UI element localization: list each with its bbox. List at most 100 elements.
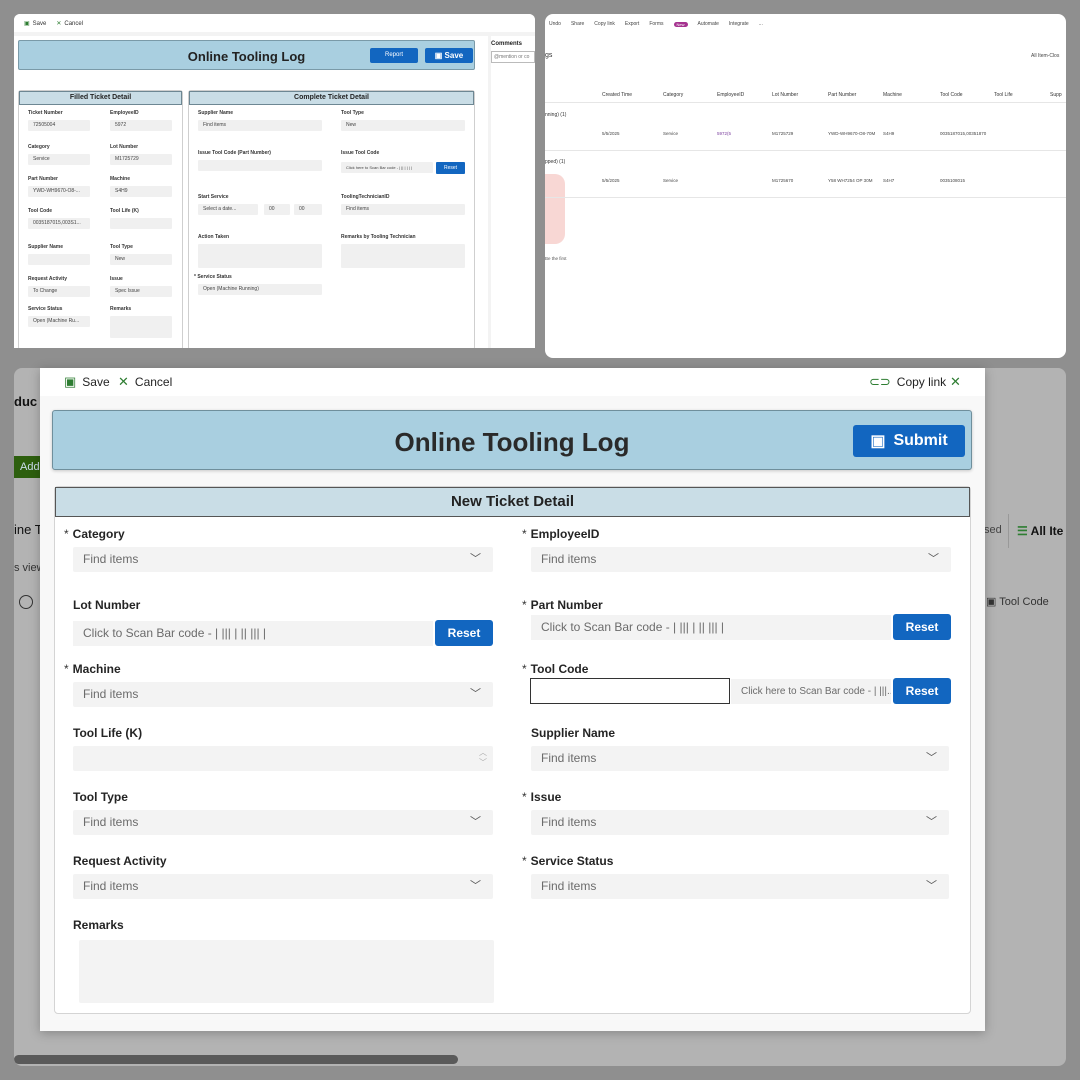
service-status-combobox[interactable]: Find items ﹀: [531, 874, 949, 899]
chevron-down-icon: ﹀: [470, 553, 481, 565]
panel1-banner: Online Tooling Log Report ▣ Save: [18, 40, 475, 70]
request-activity-label: Request Activity: [73, 854, 167, 868]
list-command-item[interactable]: Copy link: [594, 21, 615, 27]
panel1-save-form-button[interactable]: ▣ Save: [425, 48, 473, 63]
submit-button[interactable]: ▣ Submit: [853, 425, 965, 457]
issue-label: * Issue: [522, 790, 561, 804]
complete-service-status-combo[interactable]: Open (Machine Running): [198, 284, 322, 295]
list-command-item[interactable]: Automate: [698, 21, 719, 27]
list-command-item[interactable]: ...: [759, 21, 763, 27]
machine-combobox[interactable]: Find items ﹀: [73, 682, 493, 707]
tech-id-label: ToolingTechnicianID: [341, 194, 390, 200]
tool-life-number-input[interactable]: ︿ ﹀: [73, 746, 493, 771]
filled-field-label: Part Number: [28, 176, 59, 182]
panel1-cancel-button[interactable]: ✕ Cancel: [56, 20, 83, 27]
list-column-header[interactable]: EmployeeID: [717, 92, 744, 98]
filled-field-value: 5972: [110, 120, 172, 131]
close-dialog-button[interactable]: ✕: [950, 374, 961, 390]
supplier-name-combobox[interactable]: Find items ﹀: [531, 746, 949, 771]
list-command-item[interactable]: Integrate: [729, 21, 749, 27]
list-column-header[interactable]: Machine: [883, 92, 902, 98]
issue-tool-reset-button[interactable]: Reset: [436, 162, 465, 174]
copy-link-button[interactable]: ⊂⊃ Copy link: [869, 374, 946, 390]
list-column-header[interactable]: Supp: [1050, 92, 1062, 98]
select-all-circle-icon[interactable]: [19, 595, 33, 609]
list-cell: 5/5/2025: [602, 178, 620, 183]
lot-number-scan-input[interactable]: Click to Scan Bar code - | ||| | || ||| …: [73, 621, 433, 646]
cancel-button[interactable]: ✕ Cancel: [118, 374, 172, 390]
lot-number-reset-button[interactable]: Reset: [435, 620, 493, 646]
background-closed-fragment: sed: [984, 524, 1002, 536]
view-selector[interactable]: All Item-Clos: [1031, 53, 1059, 59]
category-placeholder: Find items: [83, 552, 139, 566]
remarks-textarea[interactable]: [79, 940, 494, 1003]
list-group-header[interactable]: pped) (1): [545, 159, 565, 165]
request-activity-placeholder: Find items: [83, 879, 139, 893]
filled-field-label: Supplier Name: [28, 244, 64, 250]
report-button[interactable]: Report: [370, 48, 418, 63]
start-service-date[interactable]: Select a date...: [198, 204, 258, 215]
issue-label-text: Issue: [530, 790, 562, 804]
employee-id-combobox[interactable]: Find items ﹀: [531, 547, 951, 572]
list-column-header[interactable]: Part Number: [828, 92, 856, 98]
list-column-header[interactable]: Tool Code: [940, 92, 963, 98]
filled-field-value: Open (Machine Ru...: [28, 316, 90, 327]
new-ticket-card: New Ticket Detail * Category Find items ﹀ …: [54, 486, 971, 1014]
chevron-down-icon: ﹀: [470, 816, 481, 828]
employee-id-label: * EmployeeID: [522, 527, 599, 541]
list-cell: 0035108015: [940, 178, 966, 183]
horizontal-scrollbar[interactable]: [14, 1055, 458, 1064]
list-column-header[interactable]: Tool Life: [994, 92, 1013, 98]
required-marker: *: [522, 598, 527, 612]
complete-tool-type-combo[interactable]: New: [341, 120, 465, 131]
remarks-tech-input[interactable]: [341, 244, 465, 268]
close-icon: ✕: [118, 374, 129, 389]
spin-arrows-icon[interactable]: ︿ ﹀: [479, 748, 487, 768]
background-list-name-fragment: ine T: [14, 522, 43, 537]
start-service-hour[interactable]: 00: [264, 204, 290, 215]
list-command-item[interactable]: Share: [571, 21, 584, 27]
background-title-fragment: duc: [14, 394, 38, 409]
required-marker: *: [522, 854, 527, 868]
filled-field-label: Issue: [110, 276, 123, 282]
panel1-save-button[interactable]: ▣ Save: [24, 20, 46, 27]
issue-tool-scan-input[interactable]: Click here to Scan Bar code - | || | | |…: [341, 162, 433, 173]
list-column-header[interactable]: Lot Number: [772, 92, 798, 98]
comments-input[interactable]: @mention or co: [491, 51, 535, 63]
list-column-header[interactable]: Created Time: [602, 92, 632, 98]
save-button[interactable]: ▣ Save: [64, 374, 110, 390]
start-service-label: Start Service: [198, 194, 229, 200]
required-marker: *: [522, 527, 527, 541]
tool-type-combobox[interactable]: Find items ﹀: [73, 810, 493, 835]
supplier-name-placeholder: Find items: [541, 751, 597, 765]
list-column-header[interactable]: Category: [663, 92, 683, 98]
complete-supplier-combo[interactable]: Find items: [198, 120, 322, 131]
tool-code-column-header[interactable]: ▣ Tool Code: [986, 595, 1049, 608]
request-activity-combobox[interactable]: Find items ﹀: [73, 874, 493, 899]
filled-field-label: Request Activity: [28, 276, 67, 282]
category-combobox[interactable]: Find items ﹀: [73, 547, 493, 572]
list-command-item[interactable]: Export: [625, 21, 639, 27]
list-command-item[interactable]: Undo: [549, 21, 561, 27]
issue-part-input[interactable]: [198, 160, 322, 171]
part-number-reset-button[interactable]: Reset: [893, 614, 951, 640]
action-taken-input[interactable]: [198, 244, 322, 268]
filled-field-value: 72505004: [28, 120, 90, 131]
part-number-scan-input[interactable]: Click to Scan Bar code - | ||| | || ||| …: [531, 615, 891, 640]
tool-code-input[interactable]: [530, 678, 730, 704]
all-items-view-tab[interactable]: ☰ All Ite: [1008, 514, 1066, 548]
panel1-cancel-label: Cancel: [64, 20, 84, 27]
issue-combobox[interactable]: Find items ﹀: [531, 810, 949, 835]
start-service-minute[interactable]: 00: [294, 204, 322, 215]
complete-service-status-text: Service Status: [197, 274, 232, 280]
tool-code-reset-button[interactable]: Reset: [893, 678, 951, 704]
list-group-header[interactable]: nning) (1): [545, 112, 566, 118]
tech-id-combo[interactable]: Find items: [341, 204, 465, 215]
list-cell: M1725729: [772, 131, 794, 136]
list-command-item[interactable]: Forms: [649, 21, 663, 27]
filled-field-label: Remarks: [110, 306, 132, 312]
list-header-divider: [545, 102, 1066, 103]
tool-code-scan-input[interactable]: Click here to Scan Bar code - | |||...: [731, 679, 891, 704]
background-add-button[interactable]: Add: [14, 456, 42, 478]
list-cell: Service: [663, 131, 679, 136]
